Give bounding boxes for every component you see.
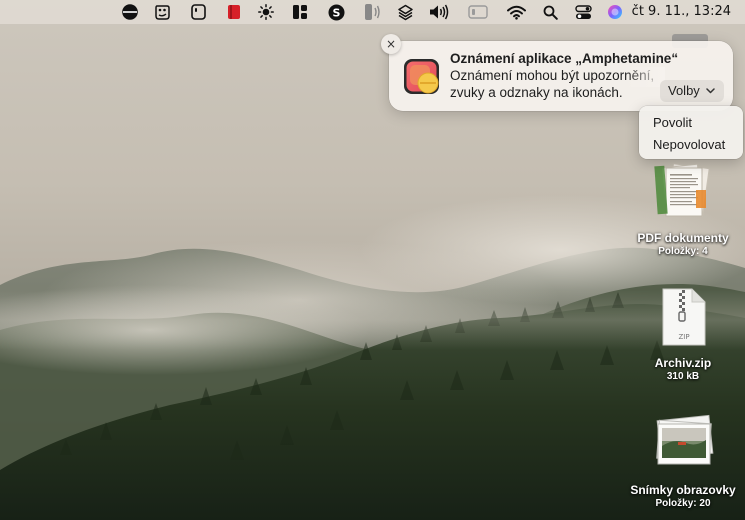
desktop-item-archiv-zip[interactable]: Archiv.zip 310 kB xyxy=(623,356,743,382)
dollar-sync-icon[interactable]: S xyxy=(326,2,346,22)
desktop-item-sublabel: Položky: 4 xyxy=(658,246,708,257)
options-button-label: Volby xyxy=(668,83,700,98)
notification-title: Oznámení aplikace „Amphetamine“ xyxy=(450,51,679,66)
paint-palette-icon[interactable] xyxy=(152,2,172,22)
control-center-icon[interactable] xyxy=(572,2,594,22)
red-app-icon[interactable] xyxy=(224,2,244,22)
desktop-item-sublabel: Položky: 20 xyxy=(655,498,711,509)
wifi-icon[interactable] xyxy=(505,2,527,22)
desktop-item-label: Snímky obrazovky xyxy=(630,483,736,497)
window-layout-icon[interactable] xyxy=(290,2,310,22)
display-icon[interactable] xyxy=(467,2,489,22)
amphetamine-pill-icon xyxy=(404,59,439,94)
desktop-item-label: PDF dokumenty xyxy=(637,231,729,245)
desktop-item-snimky-obrazovky[interactable]: Snímky obrazovky Položky: 20 xyxy=(623,483,743,509)
layers-icon[interactable] xyxy=(395,2,415,22)
notification-banner[interactable]: Oznámení aplikace „Amphetamine“ Oznámení… xyxy=(389,41,733,111)
menu-bar: S čt 9. 11., 13:24 xyxy=(0,0,745,24)
desktop-item-pdf-dokumenty[interactable]: PDF dokumenty Položky: 4 xyxy=(623,231,743,257)
zip-file-icon[interactable]: ZIP xyxy=(660,288,706,346)
desktop-item-sublabel: 310 kB xyxy=(666,371,700,382)
phone-icon[interactable] xyxy=(360,2,382,22)
search-icon[interactable] xyxy=(540,2,560,22)
svg-text:S: S xyxy=(332,6,340,19)
pdf-stack-icon[interactable] xyxy=(652,160,714,224)
screenshots-stack-icon[interactable] xyxy=(652,414,716,470)
volume-icon[interactable] xyxy=(428,2,450,22)
options-dropdown-menu: Povolit Nepovolovat xyxy=(639,106,743,159)
zip-badge: ZIP xyxy=(678,333,689,341)
siri-icon[interactable] xyxy=(605,2,625,22)
desktop-item-label: Archiv.zip xyxy=(654,356,712,370)
menu-item-allow[interactable]: Povolit xyxy=(644,112,738,133)
brightness-icon[interactable] xyxy=(256,2,276,22)
menu-item-disallow[interactable]: Nepovolovat xyxy=(644,134,738,155)
chevron-down-icon xyxy=(706,88,715,94)
notification-body-fade xyxy=(625,67,665,87)
options-button[interactable]: Volby xyxy=(660,80,724,102)
notification-close-button[interactable]: × xyxy=(381,34,401,54)
menubar-clock[interactable]: čt 9. 11., 13:24 xyxy=(632,3,731,21)
tablet-icon[interactable] xyxy=(188,2,208,22)
circle-half-icon[interactable] xyxy=(120,2,140,22)
